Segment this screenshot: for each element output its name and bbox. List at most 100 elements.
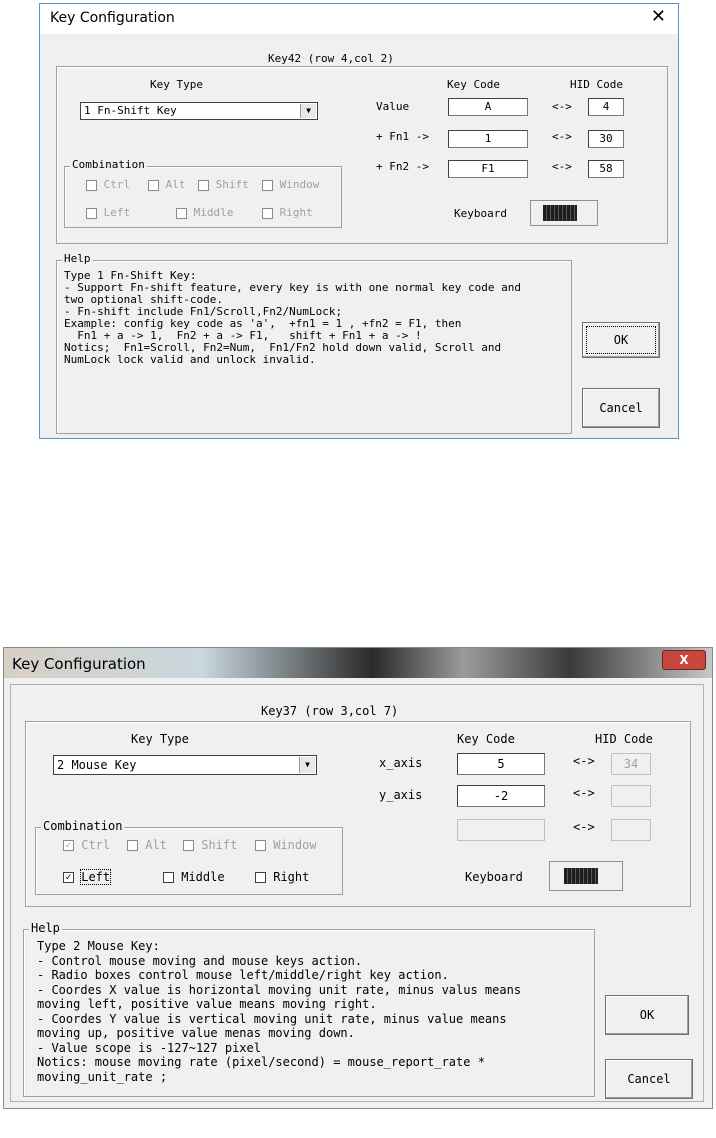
combination-legend: Combination: [70, 158, 147, 171]
window-checkbox[interactable]: Window: [255, 839, 317, 852]
chevron-down-icon[interactable]: ▼: [299, 757, 315, 773]
checkbox-box[interactable]: [262, 207, 273, 219]
checkbox-box[interactable]: [86, 179, 97, 191]
third-arrow: <->: [573, 820, 595, 834]
key-type-select[interactable]: 2 Mouse Key ▼: [53, 755, 317, 775]
right-checkbox[interactable]: Right: [255, 871, 309, 884]
chevron-down-icon[interactable]: ▼: [300, 104, 316, 118]
help-text: Type 1 Fn-Shift Key: - Support Fn-shift …: [64, 269, 521, 366]
middle-label: Middle: [181, 870, 225, 884]
left-checkbox[interactable]: Left: [86, 206, 130, 219]
checkbox-box[interactable]: [127, 840, 138, 851]
hid-code-header: HID Code: [570, 78, 623, 91]
ctrl-label: Ctrl: [81, 838, 111, 852]
fn2-key-code-input[interactable]: F1: [448, 160, 528, 178]
checkbox-box[interactable]: [255, 872, 266, 883]
key-type-value: 1 Fn-Shift Key: [84, 104, 177, 117]
x-axis-arrow: <->: [573, 754, 595, 768]
checkmark-icon[interactable]: ✓: [63, 872, 74, 883]
left-label: Left: [80, 869, 112, 885]
shift-checkbox[interactable]: Shift: [198, 178, 249, 191]
dialog-body: Key37 (row 3,col 7) Key Type 2 Mouse Key…: [10, 684, 704, 1102]
middle-checkbox[interactable]: Middle: [176, 206, 233, 219]
shift-checkbox[interactable]: Shift: [183, 839, 237, 852]
fn1-hid-field: 30: [588, 130, 624, 148]
ctrl-label: Ctrl: [103, 178, 131, 191]
value-hid-field: 4: [588, 98, 624, 116]
keyboard-icon: [543, 205, 577, 221]
key-configuration-dialog-2: Key Configuration X Key37 (row 3,col 7) …: [3, 647, 713, 1109]
x-axis-hid-field: 34: [611, 753, 651, 775]
checkbox-box[interactable]: [163, 872, 174, 883]
y-axis-hid-field: [611, 785, 651, 807]
value-key-code-input[interactable]: A: [448, 98, 528, 116]
help-text: Type 2 Mouse Key: - Control mouse moving…: [37, 939, 522, 1084]
value-row-label: Value: [376, 100, 410, 113]
left-label: Left: [103, 206, 131, 219]
key-id-label: Key37 (row 3,col 7): [261, 704, 399, 718]
keyboard-button[interactable]: [530, 200, 598, 226]
window-label: Window: [279, 178, 320, 191]
title-bar: Key Configuration X: [4, 648, 712, 678]
ok-button[interactable]: OK: [605, 995, 689, 1035]
alt-checkbox[interactable]: Alt: [148, 178, 186, 191]
key-type-select[interactable]: 1 Fn-Shift Key ▼: [80, 102, 318, 120]
fn1-key-code-input[interactable]: 1: [448, 130, 528, 148]
alt-label: Alt: [145, 838, 167, 852]
key-type-label: Key Type: [131, 732, 189, 746]
dialog-title: Key Configuration: [50, 10, 175, 26]
checkbox-box[interactable]: [198, 179, 209, 191]
key-code-header: Key Code: [457, 732, 515, 746]
right-checkbox[interactable]: Right: [262, 206, 313, 219]
checkbox-box[interactable]: [262, 179, 273, 191]
right-label: Right: [279, 206, 313, 219]
shift-label: Shift: [201, 838, 238, 852]
combination-legend: Combination: [41, 819, 125, 833]
close-icon[interactable]: X: [662, 650, 706, 670]
key-type-label: Key Type: [150, 78, 203, 91]
y-axis-label: y_axis: [379, 788, 423, 802]
alt-checkbox[interactable]: Alt: [127, 839, 167, 852]
fn2-hid-field: 58: [588, 160, 624, 178]
fn2-arrow: <->: [552, 160, 572, 173]
ok-button[interactable]: OK: [582, 322, 660, 358]
key-code-header: Key Code: [447, 78, 500, 91]
alt-label: Alt: [165, 178, 186, 191]
ctrl-checkbox[interactable]: Ctrl: [86, 178, 130, 191]
checkbox-box[interactable]: [86, 207, 97, 219]
middle-checkbox[interactable]: Middle: [163, 871, 225, 884]
fn1-arrow: <->: [552, 130, 572, 143]
dialog-title: Key Configuration: [12, 655, 146, 673]
right-label: Right: [273, 870, 310, 884]
y-axis-input[interactable]: -2: [457, 785, 545, 807]
keyboard-label: Keyboard: [465, 870, 523, 884]
ctrl-checkbox[interactable]: ✓ Ctrl: [63, 839, 110, 852]
shift-label: Shift: [215, 178, 249, 191]
y-axis-arrow: <->: [573, 786, 595, 800]
key-id-label: Key42 (row 4,col 2): [268, 52, 394, 65]
keyboard-button[interactable]: [549, 861, 623, 891]
cancel-button[interactable]: Cancel: [582, 388, 660, 428]
left-checkbox[interactable]: ✓ Left: [63, 869, 112, 885]
fn1-row-label: + Fn1 ->: [376, 130, 429, 143]
key-type-value: 2 Mouse Key: [57, 758, 137, 772]
checkbox-box[interactable]: [148, 179, 159, 191]
checkmark-icon[interactable]: ✓: [63, 840, 74, 851]
cancel-button[interactable]: Cancel: [605, 1059, 693, 1099]
x-axis-input[interactable]: 5: [457, 753, 545, 775]
help-legend: Help: [29, 921, 62, 935]
x-axis-label: x_axis: [379, 756, 423, 770]
checkbox-box[interactable]: [255, 840, 266, 851]
key-configuration-dialog-1: Key Configuration ✕ Key42 (row 4,col 2) …: [39, 3, 679, 439]
title-bar: Key Configuration ✕: [40, 4, 678, 34]
checkbox-box[interactable]: [183, 840, 194, 851]
window-label: Window: [273, 838, 317, 852]
value-arrow: <->: [552, 100, 572, 113]
help-legend: Help: [62, 252, 93, 265]
keyboard-icon: [564, 868, 598, 884]
window-checkbox[interactable]: Window: [262, 178, 319, 191]
hid-code-header: HID Code: [595, 732, 653, 746]
close-icon[interactable]: ✕: [651, 6, 666, 27]
fn2-row-label: + Fn2 ->: [376, 160, 429, 173]
checkbox-box[interactable]: [176, 207, 187, 219]
